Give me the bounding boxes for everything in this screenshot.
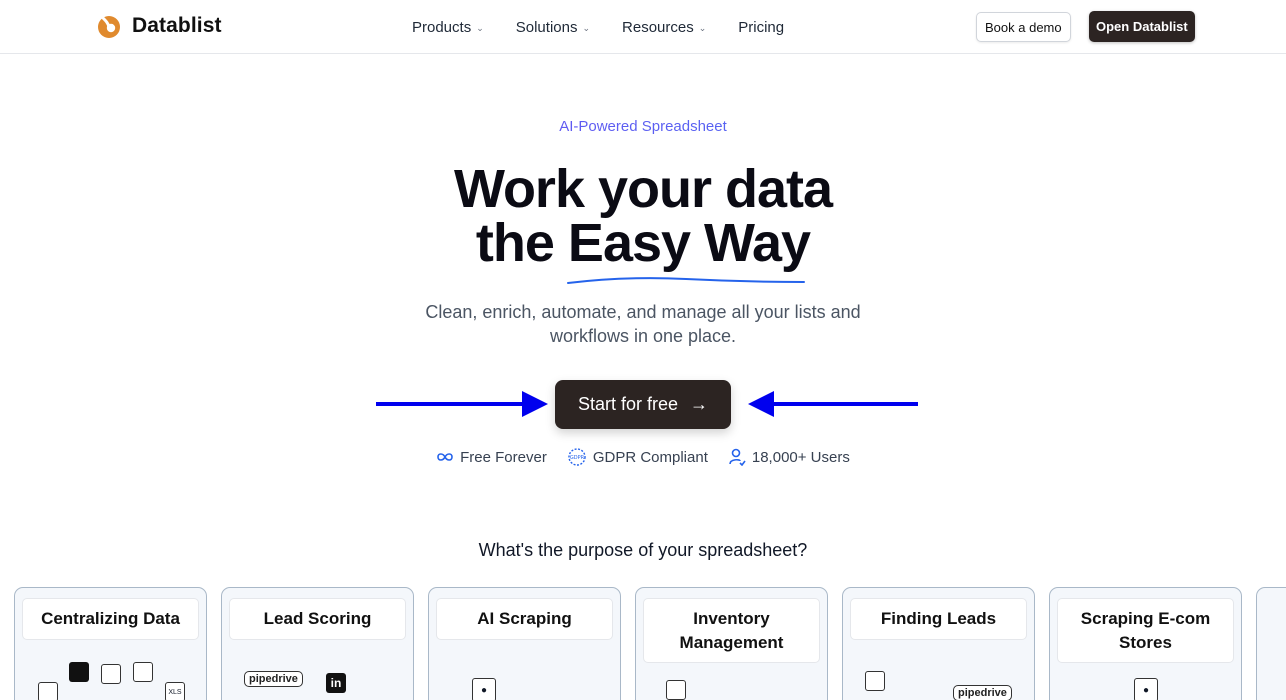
pipedrive-logo: pipedrive — [953, 685, 1012, 700]
badge-label: Free Forever — [460, 448, 547, 466]
card-illustration — [636, 658, 829, 700]
brand-logo[interactable]: Datablist — [96, 13, 222, 39]
nav-pricing[interactable]: Pricing — [738, 19, 784, 36]
pipedrive-logo: pipedrive — [244, 671, 303, 687]
hero-subtitle: Clean, enrich, automate, and manage all … — [425, 302, 861, 346]
card-partial[interactable] — [1256, 587, 1286, 700]
arrow-right-icon: → — [690, 394, 709, 414]
card-illustration: pipedrive in — [222, 658, 415, 698]
card-title: AI Scraping — [436, 598, 613, 640]
card-title: Inventory Management — [643, 598, 820, 663]
svg-text:GDPR: GDPR — [570, 455, 585, 461]
headline-line-1: Work your data — [453, 159, 833, 219]
robot-icon — [865, 671, 885, 691]
cart-icon — [101, 664, 121, 684]
arrow-pointing-right-icon — [376, 391, 548, 417]
app-icon — [69, 662, 89, 682]
linkedin-icon: in — [326, 673, 346, 693]
site-header: Datablist Products ⌄ Solutions ⌄ Resourc… — [0, 0, 1286, 54]
headline-emphasis: Easy Way — [566, 213, 811, 284]
users-icon — [728, 448, 746, 466]
headline-prefix: the — [475, 213, 568, 273]
chevron-down-icon: ⌄ — [476, 22, 484, 33]
book-demo-button[interactable]: Book a demo — [976, 12, 1071, 42]
brand-name: Datablist — [132, 14, 222, 37]
nav-solutions-label: Solutions — [515, 18, 578, 36]
nav-resources-label: Resources — [622, 18, 694, 36]
badge-users: 18,000+ Users — [728, 447, 850, 467]
gdpr-icon: GDPR — [567, 447, 587, 467]
infinity-icon — [436, 451, 454, 463]
arrow-pointing-left-icon — [748, 391, 918, 417]
hero-eyebrow: AI-Powered Spreadsheet — [0, 118, 1286, 135]
xls-file-icon: XLS — [165, 682, 185, 700]
main-nav: Products ⌄ Solutions ⌄ Resources ⌄ Prici… — [412, 0, 784, 54]
badge-free-forever: Free Forever — [436, 447, 547, 467]
nav-pricing-label: Pricing — [738, 18, 785, 36]
card-title: Centralizing Data — [22, 598, 199, 640]
card-inventory-management[interactable]: Inventory Management — [635, 587, 828, 700]
headline-line-2: the Easy Way — [0, 213, 1286, 284]
cta-label: Start for free — [577, 394, 679, 414]
card-illustration: XLS — [15, 658, 208, 700]
purpose-question: What's the purpose of your spreadsheet? — [478, 540, 808, 560]
card-title: Lead Scoring — [229, 598, 406, 640]
start-for-free-button[interactable]: Start for free → — [555, 380, 731, 429]
card-title: Finding Leads — [850, 598, 1027, 640]
hero-headline: Work your data the Easy Way — [0, 159, 1286, 284]
hero-badges: Free Forever GDPR GDPR Compliant 18,000+… — [0, 447, 1286, 467]
nav-products-label: Products — [412, 18, 472, 36]
purpose-cards: Centralizing Data XLS Lead Scoring piped… — [14, 587, 1286, 700]
chevron-down-icon: ⌄ — [698, 22, 707, 33]
badge-gdpr: GDPR GDPR Compliant — [567, 447, 708, 467]
card-finding-leads[interactable]: Finding Leads pipedrive — [842, 587, 1035, 700]
card-lead-scoring[interactable]: Lead Scoring pipedrive in — [221, 587, 414, 700]
person-icon: ● — [472, 678, 496, 700]
nav-solutions[interactable]: Solutions ⌄ — [516, 19, 590, 36]
badge-label: GDPR Compliant — [592, 448, 708, 466]
open-datablist-button[interactable]: Open Datablist — [1089, 11, 1195, 42]
card-illustration: pipedrive — [843, 658, 1036, 700]
nav-resources[interactable]: Resources ⌄ — [622, 19, 706, 36]
database-icon — [666, 680, 686, 700]
headline-emphasis-text: Easy Way — [567, 213, 811, 273]
card-centralizing-data[interactable]: Centralizing Data XLS — [14, 587, 207, 700]
nav-products[interactable]: Products ⌄ — [412, 19, 484, 36]
chevron-down-icon: ⌄ — [582, 22, 591, 33]
database-icon — [38, 682, 58, 700]
squiggle-underline-icon — [566, 277, 805, 284]
card-scraping-ecom-stores[interactable]: Scraping E-com Stores ● — [1049, 587, 1242, 700]
card-ai-scraping[interactable]: AI Scraping ● — [428, 587, 621, 700]
card-illustration: ● — [429, 658, 622, 700]
document-icon — [133, 662, 153, 682]
datablist-logo-icon — [98, 16, 120, 38]
card-illustration: ● — [1050, 658, 1243, 700]
card-title: Scraping E-com Stores — [1057, 598, 1234, 663]
person-icon: ● — [1134, 678, 1158, 700]
badge-label: 18,000+ Users — [751, 448, 850, 466]
